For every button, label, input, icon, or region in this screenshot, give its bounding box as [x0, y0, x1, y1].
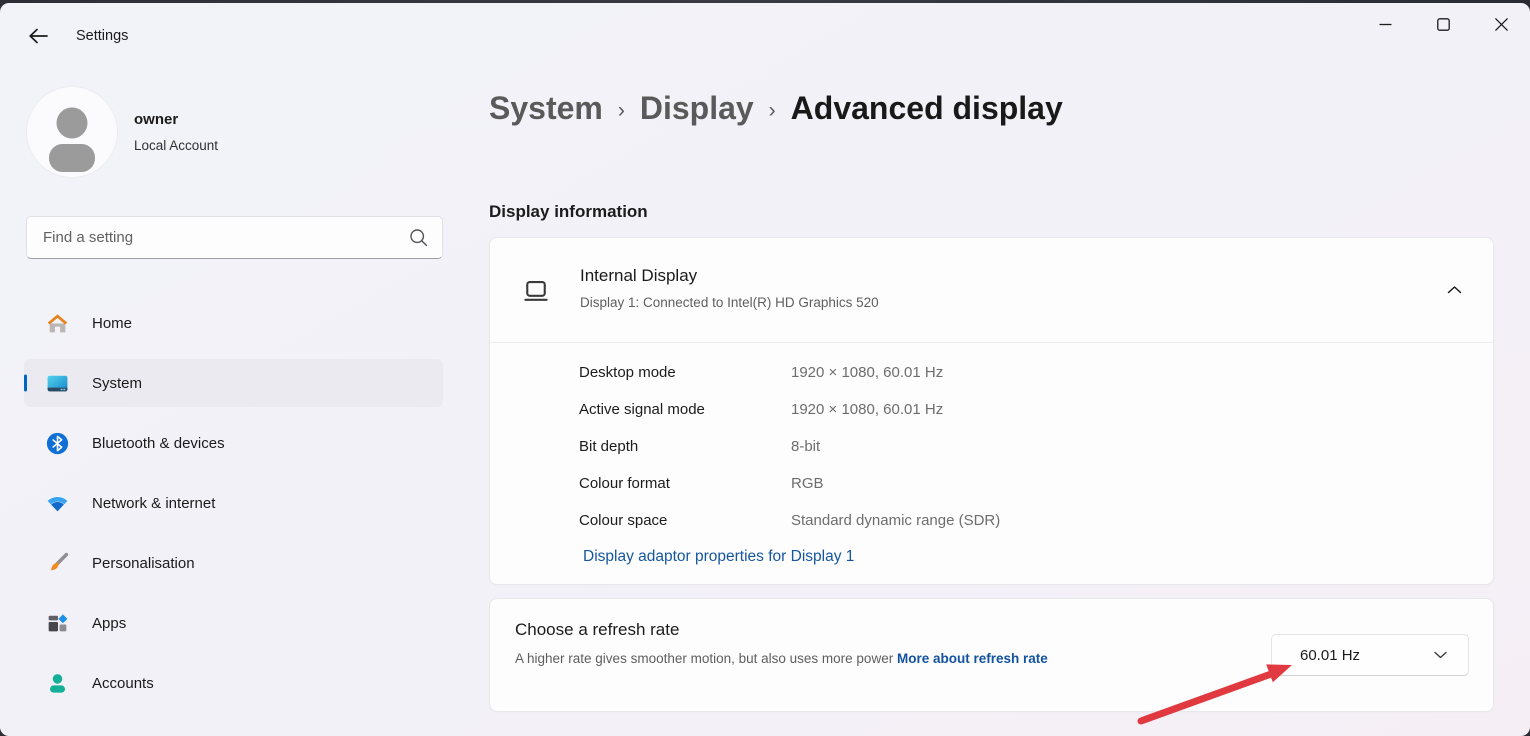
- display-card-subtitle: Display 1: Connected to Intel(R) HD Grap…: [580, 295, 879, 310]
- detail-value: RGB: [791, 465, 824, 502]
- detail-row-active-signal-mode: Active signal mode 1920 × 1080, 60.01 Hz: [490, 391, 1493, 428]
- breadcrumb-separator: ›: [769, 99, 776, 123]
- display-card-title: Internal Display: [580, 266, 697, 286]
- sidebar-item-accounts[interactable]: Accounts: [24, 659, 443, 707]
- user-account-type: Local Account: [134, 138, 218, 153]
- detail-row-desktop-mode: Desktop mode 1920 × 1080, 60.01 Hz: [490, 354, 1493, 391]
- sidebar-item-label: Personalisation: [92, 555, 195, 572]
- detail-value: 8-bit: [791, 428, 820, 465]
- breadcrumb-system[interactable]: System: [489, 90, 603, 127]
- detail-value: 1920 × 1080, 60.01 Hz: [791, 354, 943, 391]
- sidebar-item-system[interactable]: System: [24, 359, 443, 407]
- detail-label: Colour format: [579, 465, 670, 502]
- avatar[interactable]: [26, 86, 118, 178]
- display-details: Desktop mode 1920 × 1080, 60.01 Hz Activ…: [490, 354, 1493, 539]
- display-card-header[interactable]: Internal Display Display 1: Connected to…: [490, 238, 1493, 343]
- paintbrush-icon: [44, 550, 70, 576]
- detail-row-colour-format: Colour format RGB: [490, 465, 1493, 502]
- maximize-icon: [1436, 17, 1451, 32]
- sidebar-item-label: Accounts: [92, 675, 154, 692]
- system-icon: [44, 370, 70, 396]
- chevron-down-icon: [1433, 649, 1448, 661]
- window-controls: [1356, 3, 1530, 45]
- search-icon: [409, 228, 428, 247]
- detail-label: Bit depth: [579, 428, 638, 465]
- maximize-button[interactable]: [1414, 3, 1472, 45]
- detail-row-bit-depth: Bit depth 8-bit: [490, 428, 1493, 465]
- apps-icon: [44, 610, 70, 636]
- refresh-rate-dropdown[interactable]: 60.01 Hz: [1271, 634, 1469, 676]
- laptop-display-icon: [521, 277, 551, 307]
- sidebar-item-network-internet[interactable]: Network & internet: [24, 479, 443, 527]
- bluetooth-icon: [44, 430, 70, 456]
- person-silhouette-icon: [26, 86, 118, 178]
- sidebar-item-bluetooth-devices[interactable]: Bluetooth & devices: [24, 419, 443, 467]
- detail-label: Desktop mode: [579, 354, 676, 391]
- refresh-rate-title: Choose a refresh rate: [515, 620, 679, 640]
- breadcrumb-display[interactable]: Display: [640, 90, 754, 127]
- breadcrumb-separator: ›: [618, 99, 625, 123]
- home-icon: [44, 310, 70, 336]
- chevron-up-icon[interactable]: [1446, 283, 1463, 297]
- refresh-rate-description: A higher rate gives smoother motion, but…: [515, 647, 1215, 670]
- close-button[interactable]: [1472, 3, 1530, 45]
- more-about-refresh-rate-link[interactable]: More about refresh rate: [897, 651, 1048, 666]
- minimize-button[interactable]: [1356, 3, 1414, 45]
- user-name: owner: [134, 111, 178, 128]
- back-button[interactable]: [22, 21, 54, 51]
- sidebar-item-apps[interactable]: Apps: [24, 599, 443, 647]
- sidebar-item-label: System: [92, 375, 142, 392]
- detail-row-colour-space: Colour space Standard dynamic range (SDR…: [490, 502, 1493, 539]
- breadcrumb: System › Display › Advanced display: [489, 90, 1063, 127]
- detail-label: Colour space: [579, 502, 667, 539]
- detail-label: Active signal mode: [579, 391, 705, 428]
- network-icon: [44, 490, 70, 516]
- refresh-rate-card: Choose a refresh rate A higher rate give…: [489, 598, 1494, 712]
- person-icon: [44, 670, 70, 696]
- sidebar-item-label: Home: [92, 315, 132, 332]
- display-adaptor-properties-link[interactable]: Display adaptor properties for Display 1: [583, 548, 854, 566]
- close-icon: [1494, 17, 1509, 32]
- sidebar-item-personalisation[interactable]: Personalisation: [24, 539, 443, 587]
- app-title: Settings: [76, 28, 128, 44]
- sidebar-nav: Home System B: [24, 299, 443, 707]
- sidebar-item-label: Network & internet: [92, 495, 215, 512]
- detail-value: 1920 × 1080, 60.01 Hz: [791, 391, 943, 428]
- refresh-rate-description-text: A higher rate gives smoother motion, but…: [515, 651, 893, 666]
- sidebar-item-home[interactable]: Home: [24, 299, 443, 347]
- sidebar-item-label: Apps: [92, 615, 126, 632]
- detail-value: Standard dynamic range (SDR): [791, 502, 1000, 539]
- page-title: Advanced display: [791, 90, 1063, 127]
- section-title: Display information: [489, 202, 648, 222]
- refresh-rate-value: 60.01 Hz: [1300, 647, 1433, 664]
- search-input[interactable]: [43, 229, 409, 246]
- search-box[interactable]: [26, 216, 443, 259]
- display-information-card: Internal Display Display 1: Connected to…: [489, 237, 1494, 585]
- minimize-icon: [1378, 17, 1393, 32]
- selection-indicator: [24, 375, 27, 392]
- back-arrow-icon: [27, 25, 49, 47]
- sidebar-item-label: Bluetooth & devices: [92, 435, 225, 452]
